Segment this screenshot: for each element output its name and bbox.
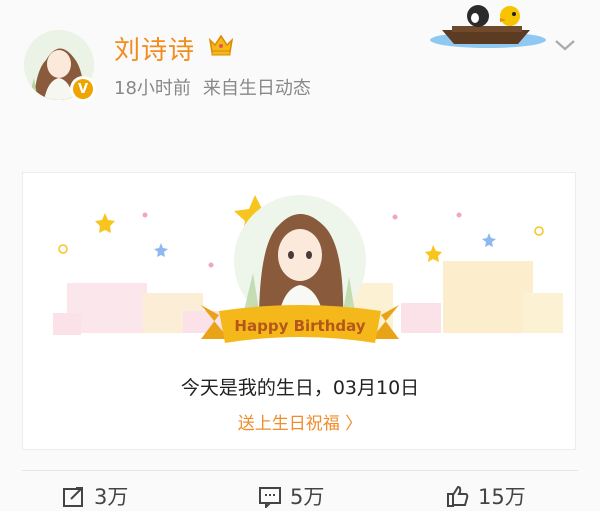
divider xyxy=(22,470,578,471)
comment-icon xyxy=(259,487,281,508)
verified-badge-icon: V xyxy=(70,76,96,102)
post-source[interactable]: 来自生日动态 xyxy=(203,78,311,99)
birthday-text: 今天是我的生日，03月10日 xyxy=(180,377,420,399)
repost-icon xyxy=(63,487,83,507)
repost-button[interactable]: 3万 xyxy=(62,482,128,510)
like-button[interactable]: 15万 xyxy=(446,482,526,510)
user-name[interactable]: 刘诗诗 xyxy=(114,30,195,67)
boat-sticker-icon xyxy=(430,5,546,48)
like-count: 15万 xyxy=(478,485,526,509)
post-time: 18小时前 xyxy=(114,78,191,99)
happy-birthday-banner: Happy Birthday xyxy=(234,317,365,335)
like-icon xyxy=(447,485,469,507)
birthday-card[interactable]: Happy Birthday 今天是我的生日，03月10日 送上生日祝福 〉 xyxy=(22,172,576,450)
chevron-down-icon[interactable] xyxy=(552,36,578,54)
repost-count: 3万 xyxy=(94,485,129,509)
crown-icon xyxy=(208,34,234,56)
comment-button[interactable]: 5万 xyxy=(258,482,324,510)
send-wishes-link[interactable]: 送上生日祝福 〉 xyxy=(23,409,577,434)
post-meta: 18小时前 来自生日动态 xyxy=(114,74,311,100)
comment-count: 5万 xyxy=(290,485,325,509)
